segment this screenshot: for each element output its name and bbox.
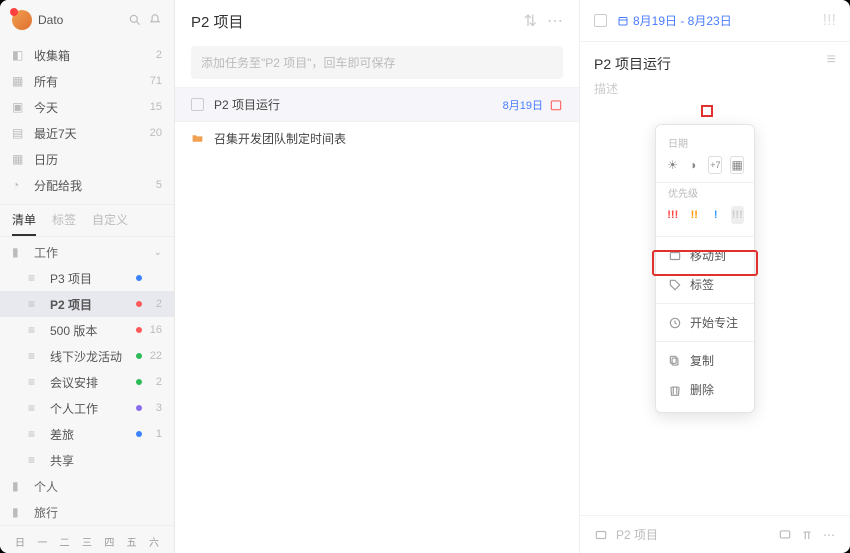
detail-description[interactable]: 描述 bbox=[580, 78, 850, 99]
detail-toggle-icon[interactable]: ≡ bbox=[827, 51, 850, 69]
tab-custom[interactable]: 自定义 bbox=[92, 211, 128, 236]
page-title: P2 项目 bbox=[191, 11, 514, 32]
priority-high-icon[interactable]: !!! bbox=[666, 206, 680, 224]
add-task-input[interactable]: 添加任务至"P2 项目"，回车即可保存 bbox=[191, 46, 563, 79]
menu-date-label: 日期 bbox=[656, 133, 754, 154]
list-item-4[interactable]: ≡会议安排2 bbox=[0, 369, 174, 395]
app-name: Dato bbox=[38, 13, 122, 27]
sort-icon[interactable]: ⇅ bbox=[524, 11, 537, 31]
task-row-0[interactable]: P2 项目运行8月19日 bbox=[175, 87, 579, 121]
list-item-0[interactable]: ≡P3 项目 bbox=[0, 265, 174, 291]
nav-assigned[interactable]: ◔分配给我5 bbox=[0, 172, 174, 198]
detail-checkbox[interactable] bbox=[594, 14, 607, 27]
search-icon[interactable] bbox=[128, 13, 142, 27]
folder-icon bbox=[191, 132, 204, 145]
priority-none-icon[interactable]: !!! bbox=[731, 206, 745, 224]
list-item-5[interactable]: ≡个人工作3 bbox=[0, 395, 174, 421]
mini-calendar[interactable]: 日一二三四五六 11121314151617 bbox=[0, 525, 174, 553]
detail-title[interactable]: P2 项目运行 bbox=[580, 42, 685, 78]
date-today-icon[interactable]: ☀ bbox=[666, 156, 679, 174]
menu-priority-label: 优先级 bbox=[656, 183, 754, 204]
date-tomorrow-icon[interactable]: ◗ bbox=[687, 156, 700, 174]
menu-tag[interactable]: 标签 bbox=[656, 270, 754, 299]
list-item-6[interactable]: ≡差旅1 bbox=[0, 421, 174, 447]
list-item-1[interactable]: ≡P2 项目2 bbox=[0, 291, 174, 317]
task-checkbox[interactable] bbox=[191, 98, 204, 111]
user-avatar[interactable] bbox=[12, 10, 32, 30]
comment-icon[interactable] bbox=[778, 528, 792, 542]
priority-low-icon[interactable]: ! bbox=[709, 206, 723, 224]
detail-date-range[interactable]: 8月19日 - 8月23日 bbox=[617, 12, 732, 29]
menu-delete[interactable]: 删除 bbox=[656, 375, 754, 404]
detail-project-icon[interactable] bbox=[594, 528, 608, 542]
task-row-1[interactable]: 召集开发团队制定时间表 bbox=[175, 121, 579, 155]
task-context-menu: 日期 ☀ ◗ +7 ▦ 优先级 !!! !! ! !!! 移动到 标签 开始专注… bbox=[655, 124, 755, 413]
nav-inbox[interactable]: ◧收集箱2 bbox=[0, 42, 174, 68]
date-next7-icon[interactable]: +7 bbox=[708, 156, 722, 174]
folder-personal[interactable]: ▮个人 bbox=[0, 473, 174, 499]
priority-med-icon[interactable]: !! bbox=[688, 206, 702, 224]
trash-icon[interactable] bbox=[800, 528, 814, 542]
nav-today[interactable]: ▣今天15 bbox=[0, 94, 174, 120]
date-pick-icon[interactable]: ▦ bbox=[730, 156, 744, 174]
list-item-3[interactable]: ≡线下沙龙活动22 bbox=[0, 343, 174, 369]
bell-icon[interactable] bbox=[148, 13, 162, 27]
menu-copy[interactable]: 复制 bbox=[656, 346, 754, 375]
list-item-2[interactable]: ≡500 版本16 bbox=[0, 317, 174, 343]
menu-start-focus[interactable]: 开始专注 bbox=[656, 308, 754, 337]
menu-move-to[interactable]: 移动到 bbox=[656, 241, 754, 270]
nav-next7[interactable]: ▤最近7天20 bbox=[0, 120, 174, 146]
folder-work[interactable]: ▮工作⌄ bbox=[0, 239, 174, 265]
folder-travel[interactable]: ▮旅行 bbox=[0, 499, 174, 525]
tab-tags[interactable]: 标签 bbox=[52, 211, 76, 236]
nav-calendar[interactable]: ▦日历 bbox=[0, 146, 174, 172]
detail-project-label[interactable]: P2 项目 bbox=[616, 526, 658, 543]
tab-lists[interactable]: 清单 bbox=[12, 211, 36, 236]
detail-priority-icon[interactable]: !!! bbox=[823, 12, 836, 30]
nav-all[interactable]: ▦所有71 bbox=[0, 68, 174, 94]
list-item-7[interactable]: ≡共享 bbox=[0, 447, 174, 473]
detail-more-icon[interactable]: ⋯ bbox=[822, 528, 836, 542]
more-icon[interactable]: ⋯ bbox=[547, 11, 563, 31]
calendar-flag-icon bbox=[549, 98, 563, 112]
